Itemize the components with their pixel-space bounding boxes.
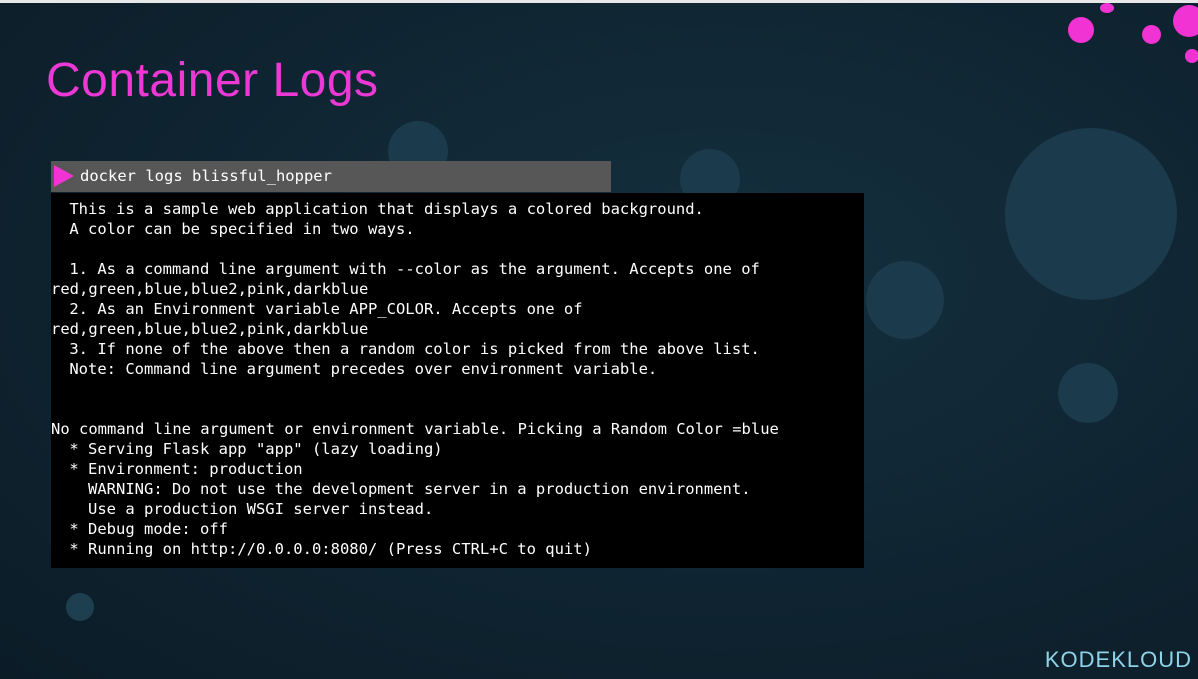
log-line: red,green,blue,blue2,pink,darkblue — [51, 280, 369, 298]
play-triangle-icon — [54, 165, 74, 187]
kodekloud-logo: KODEKLOUD — [1044, 647, 1192, 672]
decor-dot — [1068, 17, 1094, 43]
log-line: WARNING: Do not use the development serv… — [60, 480, 751, 498]
decor-dot — [1100, 3, 1114, 13]
log-line: 2. As an Environment variable APP_COLOR.… — [60, 300, 583, 318]
decor-dot — [1173, 5, 1198, 37]
log-line: Note: Command line argument precedes ove… — [60, 360, 658, 378]
log-line: red,green,blue,blue2,pink,darkblue — [51, 320, 369, 338]
log-line: * Environment: production — [60, 460, 303, 478]
decor-bubble — [1005, 128, 1177, 300]
log-line: * Debug mode: off — [60, 520, 228, 538]
decor-dot — [1142, 25, 1161, 44]
slide-title: Container Logs — [46, 54, 379, 107]
command-text: docker logs blissful_hopper — [80, 167, 332, 185]
log-line: A color can be specified in two ways. — [60, 220, 415, 238]
log-line: * Running on http://0.0.0.0:8080/ (Press… — [60, 540, 592, 558]
decor-bubble — [1058, 363, 1118, 423]
decor-dot — [1185, 49, 1198, 63]
log-line: Use a production WSGI server instead. — [60, 500, 434, 518]
command-bar: docker logs blissful_hopper — [51, 161, 611, 192]
log-line: No command line argument or environment … — [51, 420, 779, 438]
log-line: 1. As a command line argument with --col… — [60, 260, 760, 278]
decor-bubble — [66, 593, 94, 621]
decor-bubble — [866, 261, 944, 339]
terminal-output: This is a sample web application that di… — [51, 193, 864, 568]
log-line: * Serving Flask app "app" (lazy loading) — [60, 440, 443, 458]
log-line: This is a sample web application that di… — [60, 200, 704, 218]
log-line: 3. If none of the above then a random co… — [60, 340, 760, 358]
slide: Container Logs docker logs blissful_hopp… — [0, 0, 1198, 679]
